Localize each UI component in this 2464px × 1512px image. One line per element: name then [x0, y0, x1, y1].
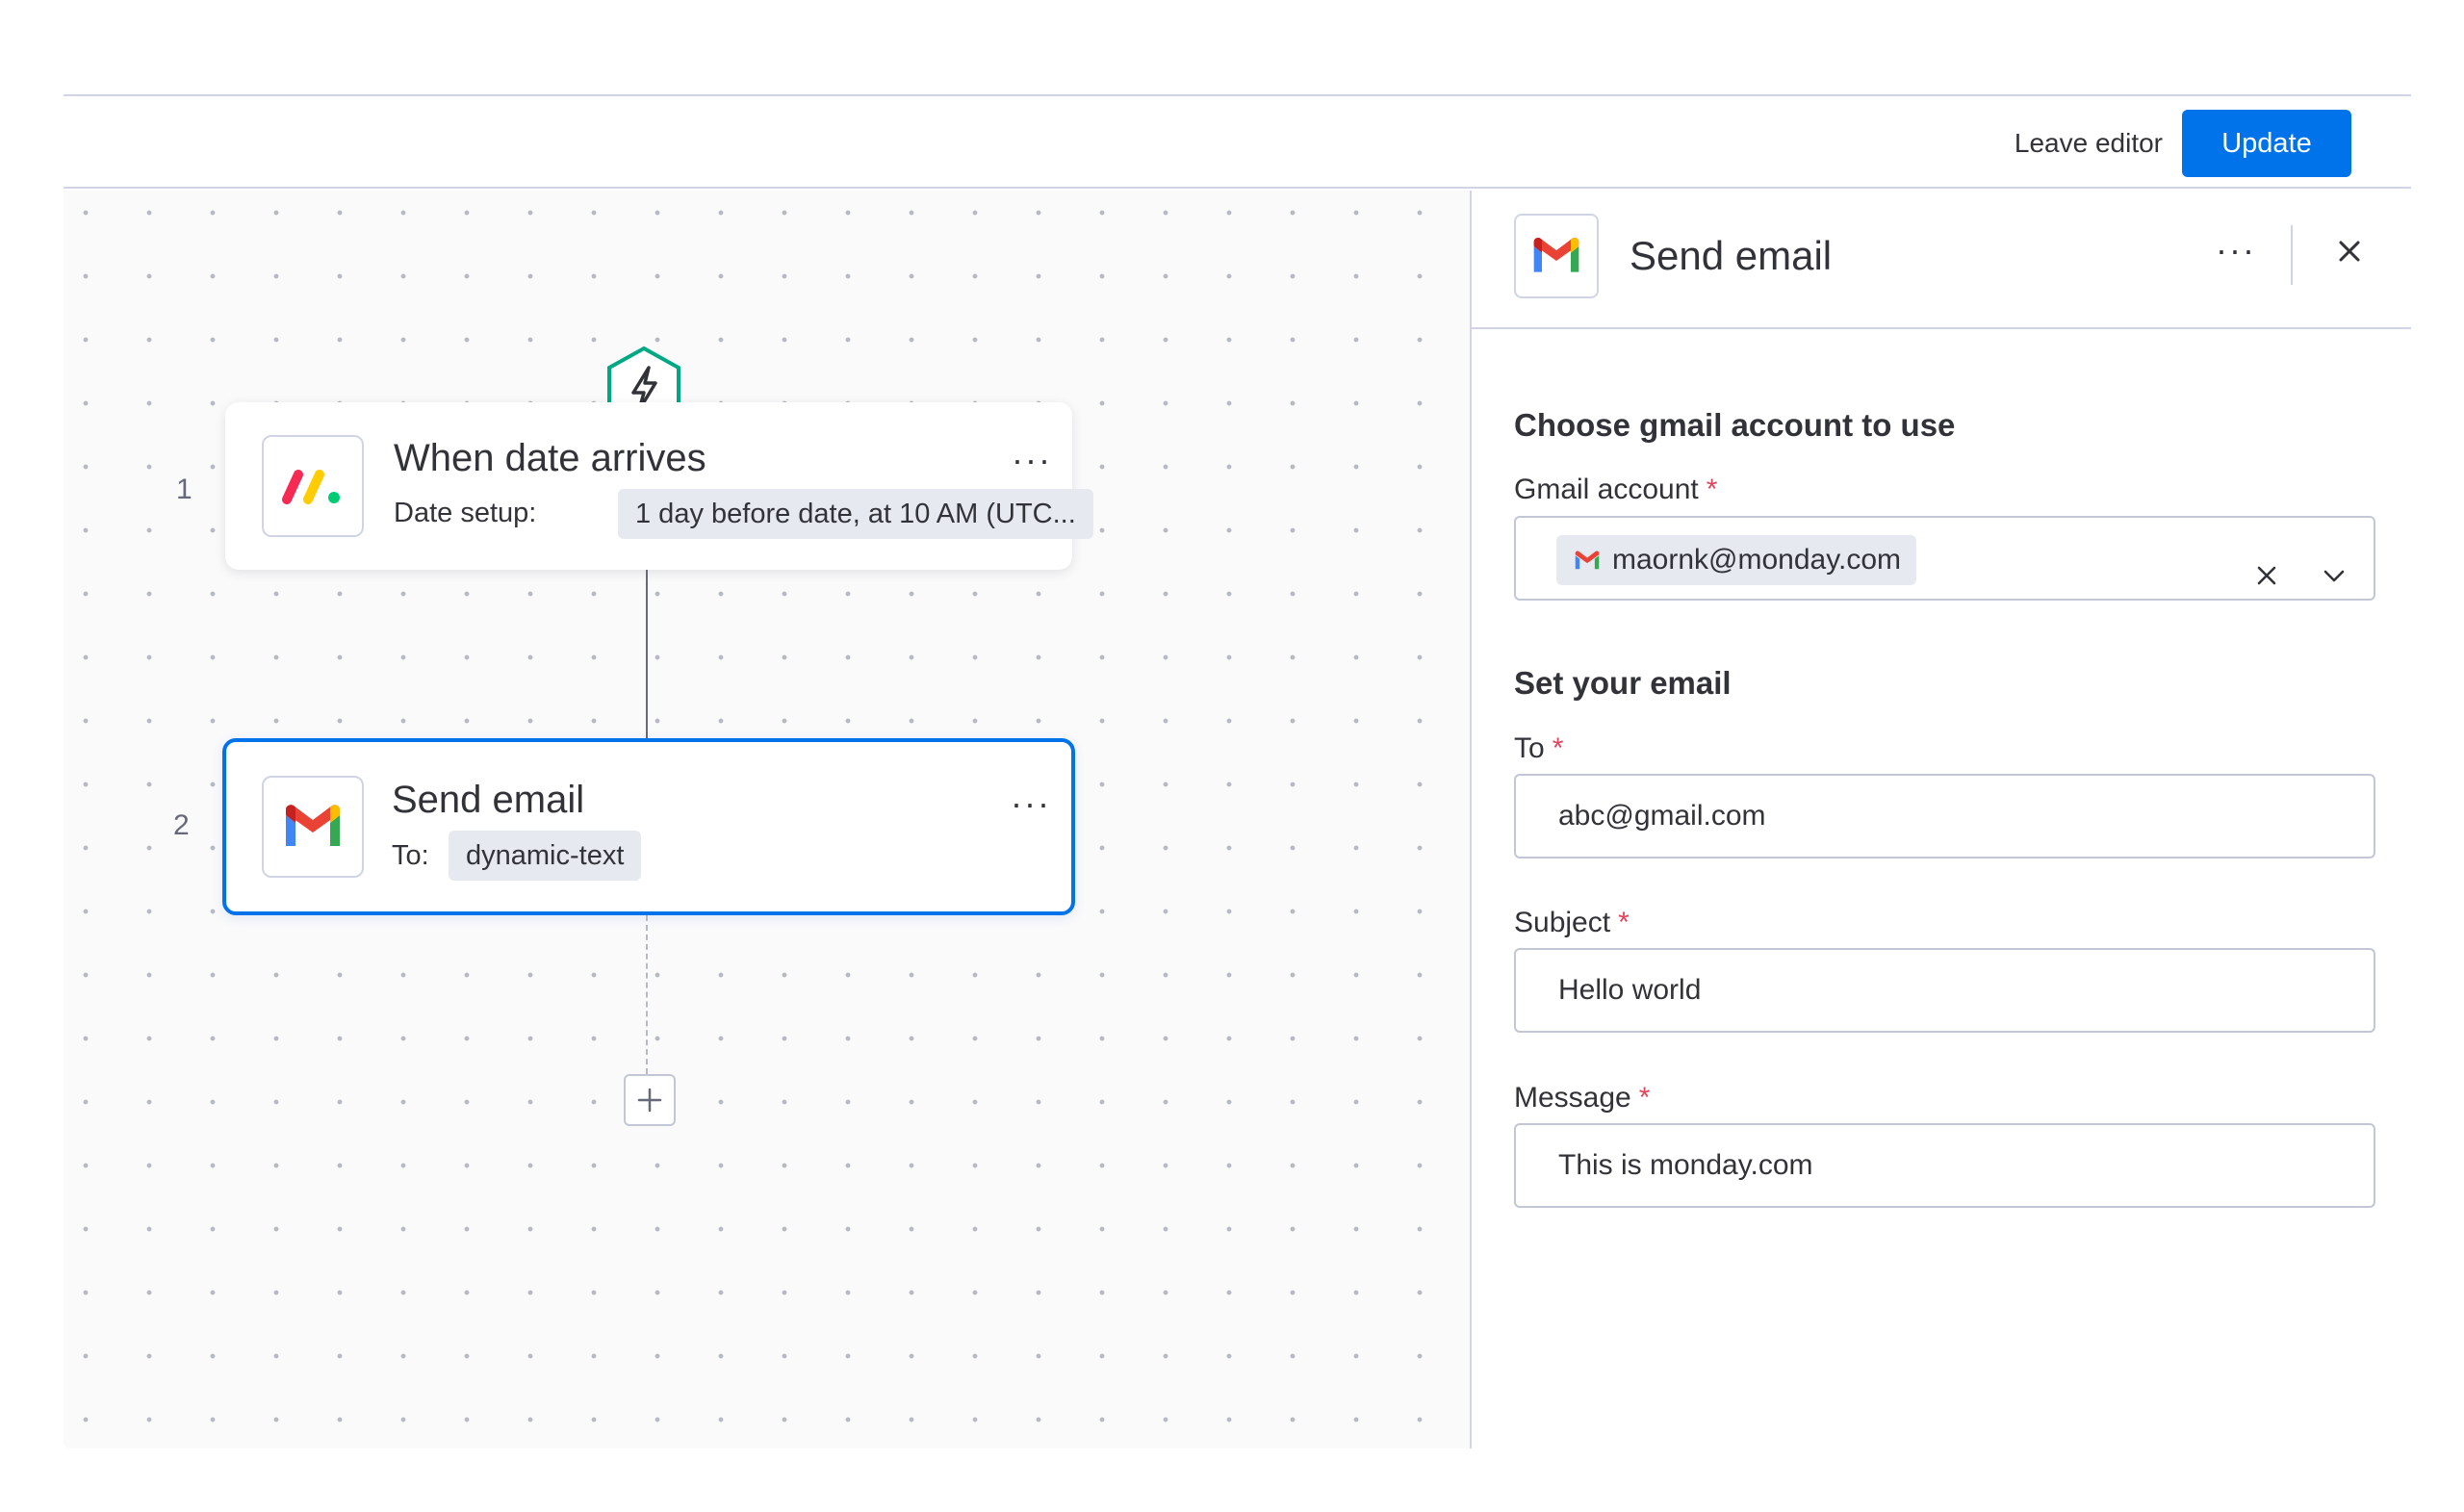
required-marker: *	[1618, 907, 1630, 938]
subject-field[interactable]: Hello world	[1514, 948, 2375, 1033]
section-title-account: Choose gmail account to use	[1514, 407, 1956, 443]
automation-editor: Leave editor Update 1 When date arrives …	[64, 70, 2411, 1448]
date-setup-chip[interactable]: 1 day before date, at 10 AM (UTC...	[618, 489, 1093, 539]
step-config-panel: Send email ··· Choose gmail account to u…	[1470, 191, 2411, 1448]
close-panel-button[interactable]	[2327, 229, 2372, 273]
to-label: To *	[1514, 732, 1564, 764]
chevron-down-icon[interactable]	[2318, 543, 2350, 582]
clear-selection-icon[interactable]	[2250, 543, 2283, 585]
subject-label: Subject *	[1514, 907, 1630, 938]
message-label: Message *	[1514, 1082, 1651, 1114]
to-dynamic-chip[interactable]: dynamic-text	[449, 831, 642, 881]
gmail-account-label: Gmail account *	[1514, 474, 1718, 505]
more-options-icon[interactable]: ···	[1011, 786, 1051, 821]
workflow-canvas[interactable]: 1 When date arrives Date setup: 1 day be…	[64, 191, 1470, 1448]
gmail-icon	[262, 776, 364, 878]
action-card-selected[interactable]: Send email To: dynamic-text ···	[222, 738, 1075, 915]
section-title-email: Set your email	[1514, 665, 1732, 701]
gmail-icon	[1575, 551, 1600, 569]
panel-title: Send email	[1630, 233, 1833, 278]
header-divider	[2291, 225, 2293, 285]
card-sub-label: Date setup:	[394, 498, 537, 528]
close-icon	[2339, 241, 2360, 262]
gmail-account-select[interactable]: maornk@monday.com	[1514, 516, 2375, 601]
update-button[interactable]: Update	[2182, 110, 2351, 177]
plus-icon	[637, 1088, 662, 1113]
panel-header: Send email ···	[1472, 191, 2411, 329]
more-options-icon[interactable]: ···	[1012, 443, 1052, 477]
trigger-card[interactable]: When date arrives Date setup: 1 day befo…	[225, 402, 1093, 570]
account-email: maornk@monday.com	[1612, 544, 1901, 576]
leave-editor-button[interactable]: Leave editor	[2015, 117, 2163, 169]
card-sub-label: To:	[392, 840, 429, 871]
card-title: When date arrives	[394, 437, 706, 479]
monday-logo-icon	[262, 435, 364, 537]
card-title: Send email	[392, 779, 585, 821]
required-marker: *	[1706, 474, 1718, 505]
required-marker: *	[1638, 1082, 1651, 1114]
step-number: 2	[173, 809, 190, 841]
add-step-button[interactable]	[624, 1074, 676, 1126]
selected-account-chip: maornk@monday.com	[1556, 535, 1916, 585]
more-options-icon[interactable]: ···	[2216, 233, 2256, 268]
gmail-icon	[1514, 214, 1599, 298]
step-number: 1	[176, 474, 192, 505]
editor-toolbar: Leave editor Update	[64, 94, 2411, 189]
to-field[interactable]: abc@gmail.com	[1514, 774, 2375, 859]
required-marker: *	[1552, 732, 1564, 764]
message-field[interactable]: This is monday.com	[1514, 1123, 2375, 1208]
connector-line-dashed	[646, 915, 648, 1074]
